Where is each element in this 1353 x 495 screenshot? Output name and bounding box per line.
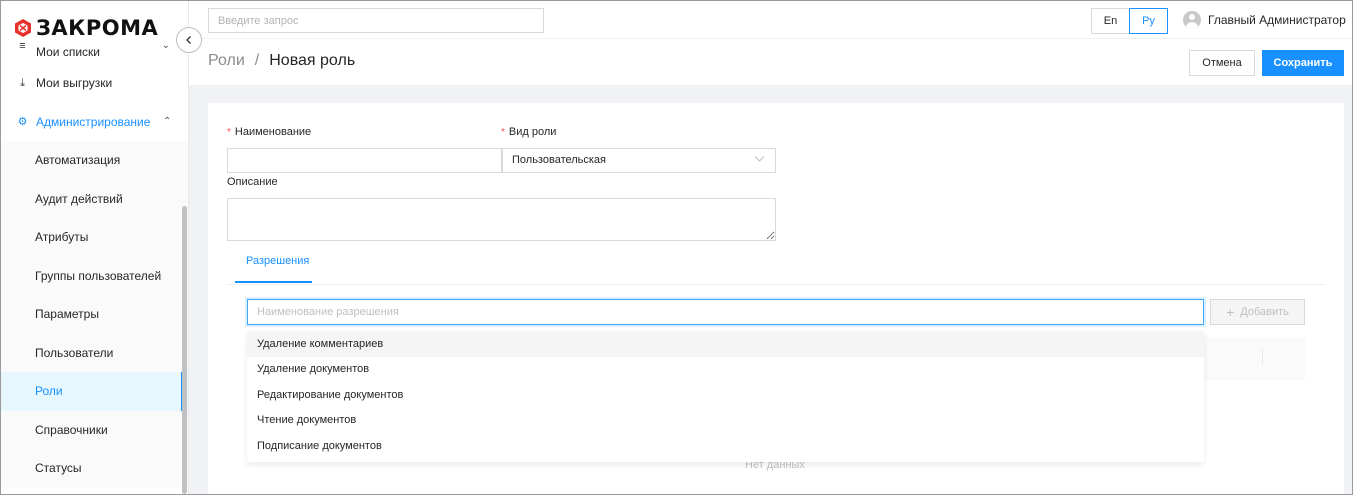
sidebar-item-attributes[interactable]: Атрибуты (1, 218, 188, 257)
topbar: En Ру Главный Администратор (189, 1, 1352, 39)
admin-submenu: Автоматизация Аудит действий Атрибуты Гр… (1, 141, 188, 488)
sidebar-item-my-exports[interactable]: ⤓ Мои выгрузки (1, 64, 188, 103)
lang-ru-button[interactable]: Ру (1129, 8, 1168, 34)
user-menu[interactable]: Главный Администратор (1183, 11, 1346, 29)
user-avatar-icon (1183, 11, 1201, 29)
name-label: * Наименование (227, 126, 312, 138)
name-field[interactable] (227, 148, 502, 173)
plus-icon: + (1226, 304, 1235, 320)
suggestion-item[interactable]: Чтение документов (247, 408, 1204, 434)
add-permission-button[interactable]: + Добавить (1210, 299, 1305, 325)
chevron-left-icon (186, 36, 191, 44)
save-button[interactable]: Сохранить (1262, 50, 1344, 76)
collapse-sidebar-button[interactable] (176, 27, 202, 53)
sidebar-item-my-lists[interactable]: ≡ Мои списки ⌄ (1, 40, 188, 64)
permission-suggestions-dropdown: Удаление комментариев Удаление документо… (247, 331, 1204, 462)
lang-en-button[interactable]: En (1091, 8, 1130, 34)
chevron-up-icon: ⌃ (163, 116, 172, 128)
sidebar-item-parameters[interactable]: Параметры (1, 295, 188, 334)
sidebar-item-administration[interactable]: ⚙ Администрирование ⌃ (1, 103, 188, 142)
permission-search-input[interactable] (247, 299, 1204, 325)
download-icon: ⤓ (20, 76, 25, 89)
sidebar-item-dictionaries[interactable]: Справочники (1, 410, 188, 449)
breadcrumb-separator: / (254, 52, 260, 69)
sidebar: ≡ Мои списки ⌄ ⤓ Мои выгрузки ⚙ Админист… (1, 1, 189, 494)
suggestion-item[interactable]: Редактирование документов (247, 382, 1204, 408)
description-field[interactable] (227, 198, 776, 241)
role-type-label: * Вид роли (501, 126, 557, 138)
gear-icon: ⚙ (17, 116, 28, 129)
user-name: Главный Администратор (1208, 13, 1346, 27)
chevron-down-icon (754, 156, 765, 162)
breadcrumb-roles-link[interactable]: Роли (208, 52, 245, 70)
suggestion-item[interactable]: Удаление документов (247, 357, 1204, 383)
tab-permissions[interactable]: Разрешения (246, 255, 309, 267)
sidebar-item-user-groups[interactable]: Группы пользователей (1, 256, 188, 295)
logo-hexagon-icon (15, 19, 31, 37)
cancel-button[interactable]: Отмена (1189, 50, 1255, 76)
tab-active-indicator (235, 281, 312, 283)
sidebar-item-statuses[interactable]: Статусы (1, 449, 188, 488)
sidebar-item-users[interactable]: Пользователи (1, 333, 188, 372)
sidebar-scrollbar[interactable] (182, 206, 187, 494)
logo[interactable]: ЗАКРОМА (13, 13, 183, 43)
description-label: Описание (227, 176, 278, 188)
sidebar-item-audit[interactable]: Аудит действий (1, 179, 188, 218)
role-type-select[interactable]: Пользовательская (502, 148, 776, 173)
sidebar-item-automation[interactable]: Автоматизация (1, 141, 188, 180)
suggestion-item[interactable]: Подписание документов (247, 433, 1204, 459)
sidebar-item-roles[interactable]: Роли (1, 372, 188, 411)
suggestion-item[interactable]: Удаление комментариев (247, 331, 1204, 357)
sidebar-menu: ≡ Мои списки ⌄ ⤓ Мои выгрузки ⚙ Админист… (1, 40, 188, 488)
breadcrumb: Роли / Новая роль (208, 52, 355, 70)
page-title: Новая роль (269, 52, 356, 69)
search-input[interactable] (208, 8, 544, 33)
permissions-table-header (1204, 337, 1305, 380)
page-header: Роли / Новая роль Отмена Сохранить (189, 40, 1352, 85)
tabs-divider (227, 284, 1326, 285)
